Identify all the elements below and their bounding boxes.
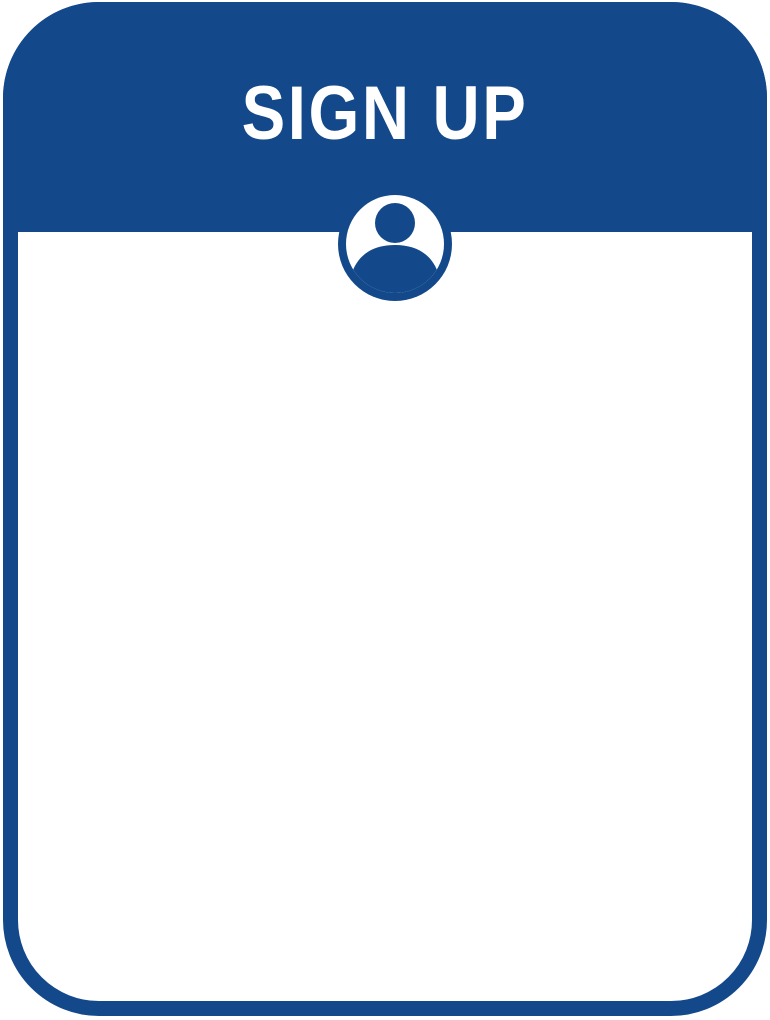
signup-form-area [18, 232, 752, 1002]
user-avatar-icon [335, 184, 455, 304]
page-title: SIGN UP [241, 71, 529, 156]
signup-card: SIGN UP [3, 2, 767, 1016]
